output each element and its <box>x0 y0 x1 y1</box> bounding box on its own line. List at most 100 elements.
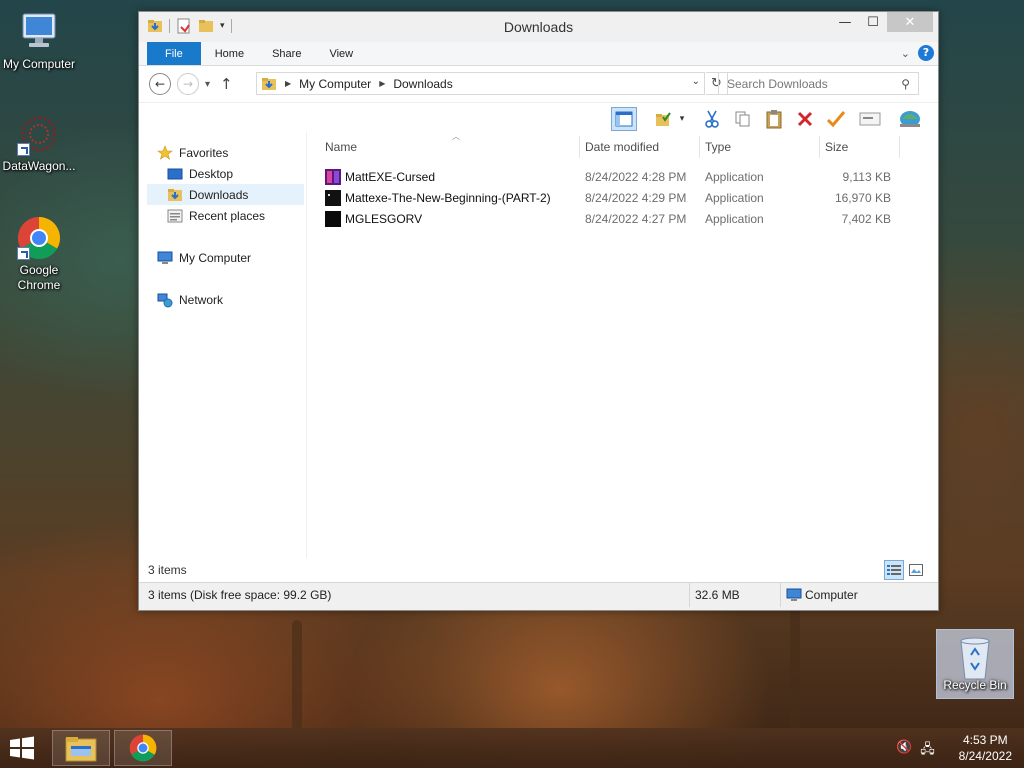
network-globe-button[interactable] <box>897 107 923 131</box>
background-stem <box>790 600 800 730</box>
content-area: Favorites Desktop Downloads Recent place… <box>139 132 938 578</box>
folder-check-icon <box>656 112 671 126</box>
large-icons-view-button[interactable] <box>906 560 926 580</box>
nav-recent-places[interactable]: Recent places <box>167 205 307 226</box>
chrome-icon <box>17 216 61 260</box>
black-app-icon <box>325 211 341 227</box>
start-button[interactable] <box>8 736 40 760</box>
file-list: ︿ Name Date modified Type Size MattEXE-C… <box>319 132 929 578</box>
column-divider[interactable] <box>899 136 900 158</box>
address-dropdown-icon[interactable]: ⌄ <box>692 76 700 87</box>
downloads-folder-icon <box>168 188 182 201</box>
column-divider[interactable] <box>819 136 820 158</box>
file-row[interactable]: Mattexe-The-New-Beginning-(PART-2) 8/24/… <box>319 187 909 208</box>
folder-options-button[interactable] <box>651 107 677 131</box>
taskbar-chrome[interactable] <box>114 730 172 766</box>
downloads-folder-icon <box>262 77 276 90</box>
rename-button[interactable] <box>823 107 849 131</box>
column-divider[interactable] <box>699 136 700 158</box>
file-row[interactable]: MGLESGORV 8/24/2022 4:27 PM Application … <box>319 208 909 229</box>
window-controls: — ☐ ✕ <box>831 12 933 32</box>
computer-icon <box>17 10 61 54</box>
expand-ribbon-icon[interactable]: ⌄ <box>901 47 910 60</box>
clock-date: 8/24/2022 <box>958 749 1012 763</box>
tab-share[interactable]: Share <box>258 42 315 65</box>
nav-my-computer[interactable]: My Computer <box>157 247 307 268</box>
file-row[interactable]: MattEXE-Cursed 8/24/2022 4:28 PM Applica… <box>319 166 909 187</box>
copy-button[interactable] <box>730 107 756 131</box>
breadcrumb-my-computer[interactable]: My Computer <box>299 77 371 91</box>
forward-button[interactable]: → <box>177 73 199 95</box>
desktop-icon-my-computer[interactable]: My Computer <box>1 10 77 72</box>
nav-network[interactable]: Network <box>157 289 307 310</box>
column-header-name[interactable]: ︿ Name <box>325 132 579 160</box>
properties-button[interactable] <box>857 107 883 131</box>
nav-desktop[interactable]: Desktop <box>167 163 307 184</box>
network-status-icon[interactable]: 🖧 <box>920 740 935 762</box>
status-size: 32.6 MB <box>695 588 740 602</box>
column-header-date[interactable]: Date modified <box>585 140 695 160</box>
delete-button[interactable] <box>792 107 818 131</box>
tab-view[interactable]: View <box>315 42 367 65</box>
recycle-bin-label: Recycle Bin <box>943 678 1007 692</box>
properties-card-icon <box>859 112 881 126</box>
column-header-type[interactable]: Type <box>705 140 815 160</box>
pane-splitter[interactable] <box>306 132 307 578</box>
colorful-app-icon <box>325 169 341 185</box>
desktop-icon-datawagon[interactable]: DataWagon... <box>1 112 77 174</box>
close-button[interactable]: ✕ <box>887 12 933 32</box>
paste-button[interactable] <box>761 107 787 131</box>
search-icon[interactable]: ⚲ <box>901 77 910 91</box>
nav-network-label: Network <box>179 292 224 307</box>
nav-desktop-label: Desktop <box>189 166 234 181</box>
recent-places-icon <box>167 209 183 222</box>
file-explorer-icon <box>65 737 97 762</box>
nav-recent-places-label: Recent places <box>189 208 266 223</box>
preview-pane-button[interactable] <box>611 107 637 131</box>
explorer-window: ▾ Downloads — ☐ ✕ File Home Share View ⌄… <box>138 11 939 611</box>
taskbar-file-explorer[interactable] <box>52 730 110 766</box>
search-placeholder: Search Downloads <box>727 77 828 91</box>
folder-options-dropdown[interactable]: ▾ <box>675 107 689 131</box>
nav-favorites[interactable]: Favorites <box>157 142 307 163</box>
ribbon-tabs: File Home Share View ⌄ ? <box>139 42 938 66</box>
tab-home[interactable]: Home <box>201 42 258 65</box>
breadcrumb-separator[interactable]: ▶ <box>379 79 385 88</box>
minimize-button[interactable]: — <box>831 12 859 32</box>
desktop-icon-recycle-bin[interactable]: Recycle Bin <box>936 629 1014 699</box>
nav-favorites-label: Favorites <box>179 145 229 160</box>
status-items: 3 items (Disk free space: 99.2 GB) <box>148 588 332 602</box>
ribbon-right-controls: ⌄ ? <box>901 45 934 61</box>
address-bar[interactable]: ▶ My Computer ▶ Downloads ⌄ <box>256 72 705 95</box>
status-location: Computer <box>805 588 858 602</box>
volume-muted-icon[interactable]: 🔇 <box>896 740 912 762</box>
background-stem <box>292 620 302 730</box>
recycle-bin-icon <box>960 637 990 680</box>
breadcrumb-downloads[interactable]: Downloads <box>393 77 452 91</box>
cut-button[interactable] <box>699 107 725 131</box>
file-name: Mattexe-The-New-Beginning-(PART-2) <box>345 191 551 205</box>
back-button[interactable]: ← <box>149 73 171 95</box>
sort-ascending-icon: ︿ <box>452 132 460 141</box>
breadcrumb-separator[interactable]: ▶ <box>285 79 291 88</box>
details-view-icon <box>887 565 901 575</box>
details-view-button[interactable] <box>884 560 904 580</box>
up-arrow-icon[interactable]: ↑ <box>220 75 233 93</box>
desktop-icon-google-chrome[interactable]: Google Chrome <box>1 216 77 293</box>
column-divider[interactable] <box>579 136 580 158</box>
nav-downloads[interactable]: Downloads <box>147 184 304 205</box>
title-bar[interactable]: ▾ Downloads — ☐ ✕ <box>139 12 938 42</box>
computer-icon <box>157 251 173 264</box>
help-icon[interactable]: ? <box>918 45 934 61</box>
search-input[interactable]: Search Downloads ⚲ <box>718 72 919 95</box>
dark-app-icon <box>325 190 341 206</box>
clock[interactable]: 4:53 PM 8/24/2022 <box>959 732 1012 764</box>
item-count: 3 items <box>148 563 187 577</box>
maximize-button[interactable]: ☐ <box>859 12 887 32</box>
column-header-size[interactable]: Size <box>825 140 895 160</box>
desktop-icon-label: My Computer <box>2 57 76 71</box>
recent-locations-icon[interactable]: ▾ <box>205 79 210 90</box>
large-icons-view-icon <box>909 564 923 576</box>
status-divider <box>689 583 690 607</box>
tab-file[interactable]: File <box>147 42 201 65</box>
